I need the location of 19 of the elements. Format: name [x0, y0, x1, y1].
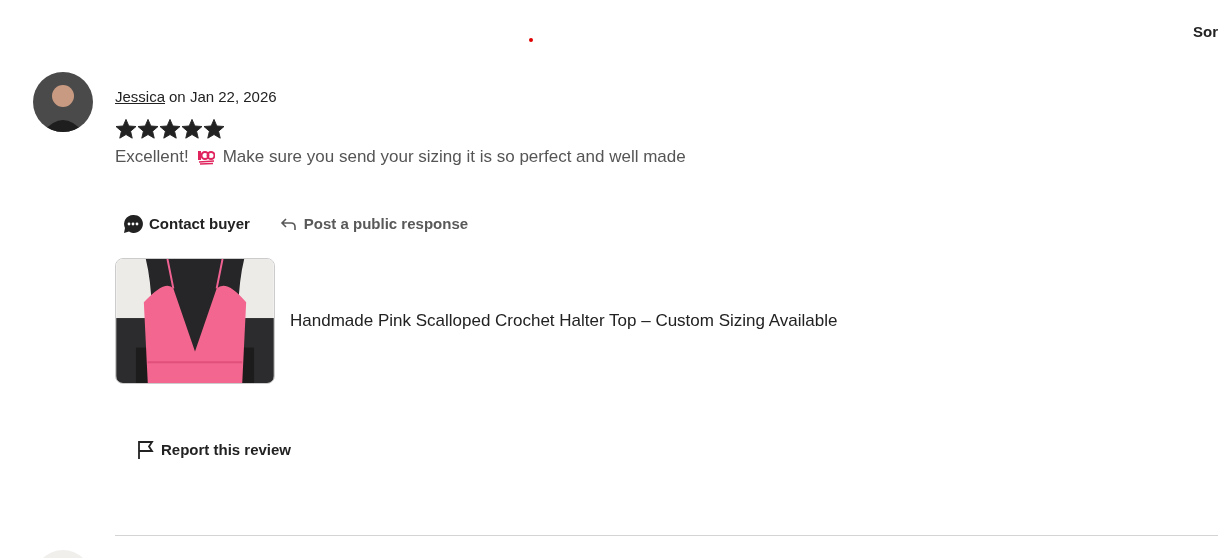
avatar	[33, 72, 93, 132]
report-button[interactable]: Report this review	[137, 439, 292, 462]
star-icon	[115, 118, 137, 140]
review-date: on Jan 22, 2026	[169, 86, 277, 107]
hundred-points-icon	[196, 149, 215, 165]
star-icon	[203, 118, 225, 140]
contact-buyer-button[interactable]: Contact buyer	[115, 210, 258, 238]
star-icon	[181, 118, 203, 140]
star-icon	[159, 118, 181, 140]
review-text: Make sure you send your sizing it is so perfect and well made	[222, 146, 686, 169]
public-response-button[interactable]: Post a public response	[271, 210, 477, 238]
star-icon	[137, 118, 159, 140]
reviewer-link[interactable]: Jessica	[115, 85, 166, 109]
review-text: Excellent!	[115, 146, 189, 169]
flag-icon	[137, 440, 155, 461]
sort-label[interactable]: Sor	[1193, 21, 1218, 44]
chat-bubble-icon	[123, 214, 143, 234]
reply-icon	[279, 217, 298, 231]
item-title[interactable]: Handmade Pink Scalloped Crochet Halter Top – Custom Sizing Available	[290, 308, 838, 334]
